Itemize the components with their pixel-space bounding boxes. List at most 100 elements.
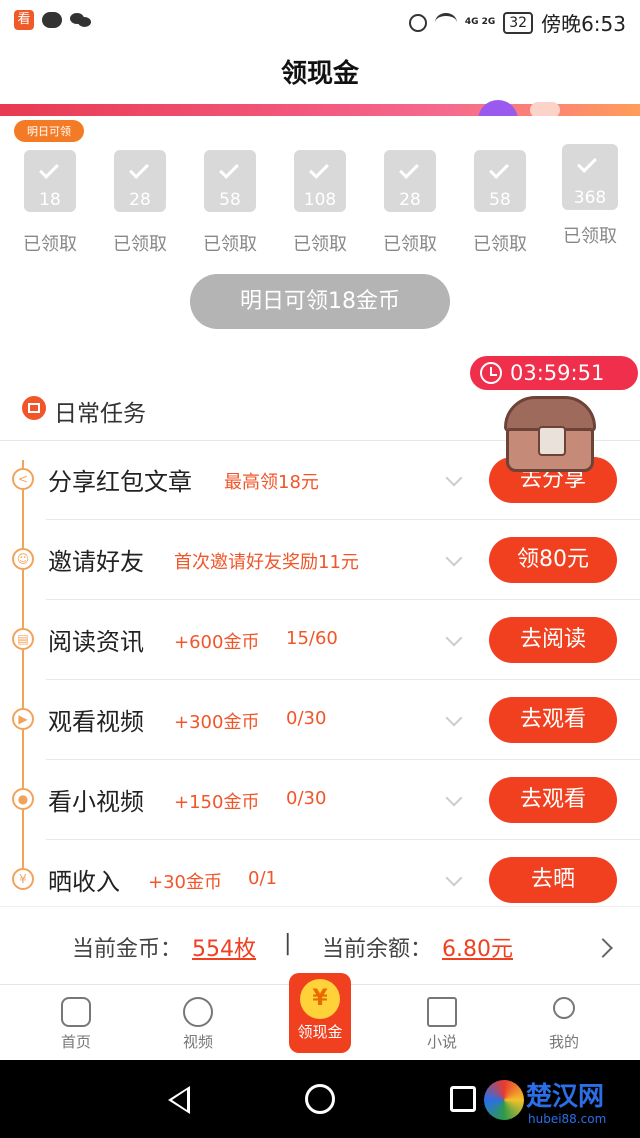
task-reward: 最高领18元 — [224, 472, 319, 493]
tab-label: 小说 — [426, 1033, 457, 1051]
task-name: 阅读资讯 — [48, 628, 144, 656]
home-button-icon[interactable] — [305, 1084, 335, 1114]
book-icon — [427, 997, 457, 1027]
watermark: 楚汉网 hubei88.com — [484, 1074, 634, 1134]
coin-box: 58 — [474, 150, 526, 212]
coin-box: 28 — [114, 150, 166, 212]
small-video-icon: ● — [12, 788, 34, 810]
alarm-icon — [408, 13, 427, 32]
tab-home[interactable]: 首页 — [36, 997, 116, 1052]
signal-icon: 4G 2G — [464, 17, 496, 27]
coin-box: 18 — [24, 150, 76, 212]
banner-strip[interactable] — [0, 100, 640, 122]
tab-me[interactable]: 我的 — [524, 997, 604, 1052]
watermark-url: hubei88.com — [528, 1112, 607, 1126]
task-row-invite: ☺ 邀请好友 首次邀请好友奖励11元 领80元 — [0, 520, 640, 600]
chevron-down-icon[interactable] — [445, 549, 463, 567]
coin-box: 28 — [384, 150, 436, 212]
show-income-button[interactable]: 去晒 — [489, 857, 617, 903]
treasure-chest-icon[interactable] — [498, 392, 602, 474]
task-progress: 15/60 — [286, 628, 338, 649]
check-icon — [399, 159, 419, 179]
checkin-day-3: 58 已领取 — [194, 150, 266, 256]
check-icon — [309, 159, 329, 179]
day-label: 已领取 — [203, 234, 257, 255]
tomorrow-tag: 明日可领 — [14, 120, 84, 142]
message-icon — [42, 12, 62, 28]
user-icon — [553, 997, 575, 1019]
battery-icon: 32 — [503, 11, 534, 34]
chevron-down-icon[interactable] — [445, 629, 463, 647]
chevron-down-icon[interactable] — [445, 869, 463, 887]
tab-video[interactable]: 视频 — [158, 997, 238, 1052]
wechat-icon — [70, 12, 92, 28]
recent-apps-icon[interactable] — [450, 1086, 476, 1112]
check-icon — [219, 159, 239, 179]
watch-small-video-button[interactable]: 去观看 — [489, 777, 617, 823]
day-label: 已领取 — [563, 226, 617, 247]
coin-icon: ¥ — [300, 979, 340, 1019]
tab-earn-cash[interactable]: ¥ 领现金 — [289, 973, 351, 1053]
clock-icon — [480, 362, 502, 384]
page-header: 领现金 — [0, 44, 640, 104]
task-reward: 首次邀请好友奖励11元 — [174, 552, 359, 573]
tab-label: 视频 — [182, 1033, 213, 1051]
read-icon: ▤ — [12, 628, 34, 650]
page-title: 领现金 — [280, 59, 359, 89]
check-icon — [39, 159, 59, 179]
task-list-icon — [22, 396, 46, 420]
wifi-icon — [434, 13, 457, 32]
coin-summary-bar[interactable]: 当前金币： 554枚 | 当前余额： 6.80元 — [0, 906, 640, 983]
chevron-down-icon[interactable] — [445, 789, 463, 807]
task-progress: 0/30 — [286, 788, 327, 809]
task-progress: 0/1 — [248, 868, 277, 889]
task-name: 看小视频 — [48, 788, 144, 816]
balance-value[interactable]: 6.80元 — [442, 931, 513, 963]
checkin-day-5: 28 已领取 — [374, 150, 446, 256]
watermark-logo-icon — [484, 1080, 524, 1120]
task-row-read: ▤ 阅读资讯 +600金币 15/60 去阅读 — [0, 600, 640, 680]
task-reward: +300金币 — [174, 712, 260, 733]
task-reward: +150金币 — [174, 792, 260, 813]
day-label: 已领取 — [23, 234, 77, 255]
chevron-right-icon[interactable] — [593, 938, 613, 958]
coin-box: 368 — [562, 144, 618, 210]
lock-icon — [538, 426, 566, 456]
tab-label: 领现金 — [297, 1023, 343, 1041]
back-icon[interactable] — [168, 1086, 190, 1114]
claim-tomorrow-button[interactable]: 明日可领18金币 — [190, 274, 450, 329]
day-label: 已领取 — [113, 234, 167, 255]
coin-value[interactable]: 554枚 — [192, 931, 256, 963]
timer-text: 03:59:51 — [510, 361, 605, 385]
coin-box: 108 — [294, 150, 346, 212]
task-row-small-video: ● 看小视频 +150金币 0/30 去观看 — [0, 760, 640, 840]
day-label: 已领取 — [383, 234, 437, 255]
read-button[interactable]: 去阅读 — [489, 617, 617, 663]
income-icon: ¥ — [12, 868, 34, 890]
section-title: 日常任务 — [54, 401, 146, 427]
bottom-tab-bar: 首页 视频 ¥ 领现金 小说 我的 — [0, 973, 640, 1061]
task-reward: +600金币 — [174, 632, 260, 653]
share-icon: < — [12, 468, 34, 490]
check-icon — [129, 159, 149, 179]
chevron-down-icon[interactable] — [445, 469, 463, 487]
task-name: 观看视频 — [48, 708, 144, 736]
countdown-timer[interactable]: 03:59:51 — [470, 356, 638, 390]
day-label: 已领取 — [293, 234, 347, 255]
tab-label: 首页 — [60, 1033, 91, 1051]
watch-video-button[interactable]: 去观看 — [489, 697, 617, 743]
coin-box: 58 — [204, 150, 256, 212]
checkin-day-1: 18 已领取 — [14, 150, 86, 256]
checkin-day-6: 58 已领取 — [464, 150, 536, 256]
separator: | — [284, 931, 292, 956]
tab-novel[interactable]: 小说 — [402, 997, 482, 1052]
checkin-day-4: 108 已领取 — [284, 150, 356, 256]
invite-button[interactable]: 领80元 — [489, 537, 617, 583]
task-name: 晒收入 — [48, 868, 120, 896]
balance-label: 当前余额： — [322, 937, 433, 962]
watermark-text: 楚汉网 — [526, 1082, 605, 1112]
day-label: 已领取 — [473, 234, 527, 255]
checkin-panel: 明日可领 18 已领取 28 已领取 58 已领取 108 已领取 28 已领取… — [0, 116, 640, 276]
tab-label: 我的 — [548, 1033, 579, 1051]
chevron-down-icon[interactable] — [445, 709, 463, 727]
